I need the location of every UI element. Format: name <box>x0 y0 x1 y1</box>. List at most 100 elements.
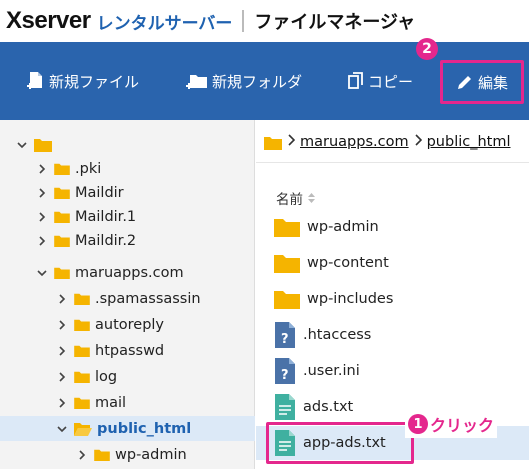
folder-icon <box>74 397 90 409</box>
tree-item[interactable]: Maildir <box>0 180 255 205</box>
chevron-right-icon[interactable] <box>76 449 88 461</box>
tree-item-label: autoreply <box>95 316 165 333</box>
chevron-down-icon[interactable] <box>36 267 48 279</box>
brand-subtitle: レンタルサーバー <box>96 13 233 34</box>
copy-button[interactable]: コピー <box>348 68 413 94</box>
file-row[interactable]: ? .user.ini <box>274 356 524 386</box>
app-header: Xserver レンタルサーバー ファイルマネージャ <box>0 0 529 42</box>
tree-item-label: log <box>95 368 118 385</box>
chevron-right-icon[interactable] <box>56 319 68 331</box>
brand-logo: Xserver <box>6 7 91 34</box>
click-annotation-text: クリック <box>430 416 495 435</box>
folder-icon <box>74 345 90 357</box>
chevron-right-icon[interactable] <box>36 235 48 247</box>
edit-button[interactable]: 編集 <box>440 60 524 104</box>
chevron-right-icon[interactable] <box>56 397 68 409</box>
file-row[interactable]: wp-admin <box>274 212 524 242</box>
breadcrumb-divider <box>256 162 529 163</box>
chevron-right-icon[interactable] <box>36 163 48 175</box>
svg-text:?: ? <box>281 332 289 347</box>
folder-icon <box>74 293 90 305</box>
tree-item-label: maruapps.com <box>75 264 184 281</box>
tree-item[interactable]: wp-admin <box>0 442 255 467</box>
header-divider <box>242 10 245 32</box>
chevron-down-icon[interactable] <box>16 139 28 151</box>
tree-item[interactable]: autoreply <box>0 312 255 337</box>
highlight-box <box>266 422 414 464</box>
chevron-right-icon[interactable] <box>56 371 68 383</box>
page-title: ファイルマネージャ <box>254 12 416 33</box>
folder-icon <box>274 291 300 309</box>
svg-text:?: ? <box>281 368 289 383</box>
folder-icon <box>274 219 300 237</box>
breadcrumb-separator-icon <box>414 134 422 150</box>
file-name: .user.ini <box>303 363 360 379</box>
open-folder-icon <box>74 422 92 436</box>
folder-icon <box>54 187 70 199</box>
tree-item-label: Maildir <box>75 184 124 201</box>
tree-item-label: htpasswd <box>95 342 165 359</box>
folder-icon <box>54 163 70 175</box>
tree-item-label: wp-admin <box>115 446 187 463</box>
folder-icon <box>54 235 70 247</box>
click-annotation: 1 クリック <box>405 410 498 438</box>
tree-item-label: public_html <box>97 420 192 437</box>
name-column-label: 名前 <box>276 192 303 208</box>
file-name: wp-includes <box>307 291 394 307</box>
tree-item-label: .spamassassin <box>95 290 201 307</box>
new-folder-button[interactable]: 新規フォルダ <box>186 68 302 94</box>
tree-item[interactable]: .pki <box>0 156 255 181</box>
tree-item[interactable] <box>0 132 255 157</box>
tree-item[interactable]: maruapps.com <box>0 260 255 285</box>
file-name: ads.txt <box>303 399 354 415</box>
tree-item-selected[interactable]: public_html <box>0 416 255 441</box>
folder-icon <box>74 371 90 383</box>
pencil-icon <box>457 76 471 89</box>
tree-item[interactable]: .spamassassin <box>0 286 255 311</box>
folder-icon <box>34 139 52 152</box>
breadcrumb-item[interactable]: public_html <box>427 134 511 150</box>
chevron-down-icon[interactable] <box>56 423 68 435</box>
breadcrumb-item[interactable]: maruapps.com <box>300 134 409 150</box>
tree-item[interactable]: log <box>0 364 255 389</box>
text-file-icon <box>275 394 295 420</box>
breadcrumb: maruapps.com public_html <box>264 134 511 150</box>
chevron-right-icon[interactable] <box>56 345 68 357</box>
new-file-label: 新規ファイル <box>49 72 140 91</box>
tree-item-label: .pki <box>75 160 102 177</box>
file-row[interactable]: wp-content <box>274 248 524 278</box>
unknown-file-icon: ? <box>275 358 295 384</box>
chevron-right-icon[interactable] <box>56 293 68 305</box>
breadcrumb-separator-icon <box>287 134 296 150</box>
tree-item[interactable]: Maildir.1 <box>0 204 255 229</box>
step-badge-2: 2 <box>416 38 438 60</box>
file-row[interactable]: wp-includes <box>274 284 524 314</box>
new-file-button[interactable]: 新規ファイル <box>27 68 139 94</box>
folder-icon <box>54 267 70 279</box>
tree-item[interactable]: mail <box>0 390 255 415</box>
step-badge-1: 1 <box>408 414 428 434</box>
folder-icon <box>74 319 90 331</box>
tree-item[interactable]: htpasswd <box>0 338 255 363</box>
copy-label: コピー <box>368 72 414 91</box>
folder-icon <box>54 211 70 223</box>
new-folder-label: 新規フォルダ <box>212 72 303 91</box>
file-name: wp-content <box>307 255 389 271</box>
file-row[interactable]: ? .htaccess <box>274 320 524 350</box>
tree-item-label: Maildir.1 <box>75 208 137 225</box>
copy-icon <box>348 72 363 89</box>
chevron-right-icon[interactable] <box>36 187 48 199</box>
sort-icon <box>308 193 315 203</box>
folder-tree: .pki Maildir Maildir.1 Maildir.2 maruapp… <box>0 120 255 469</box>
file-name: wp-admin <box>307 219 379 235</box>
folder-icon <box>94 449 110 461</box>
chevron-right-icon[interactable] <box>36 211 48 223</box>
tree-item[interactable]: Maildir.2 <box>0 228 255 253</box>
toolbar: 新規ファイル 新規フォルダ コピー 編集 <box>0 42 529 120</box>
home-folder-icon[interactable] <box>264 135 282 150</box>
folder-icon <box>274 255 300 273</box>
name-column-header[interactable]: 名前 <box>276 188 316 208</box>
new-file-icon <box>27 72 42 89</box>
file-name: .htaccess <box>303 327 372 343</box>
edit-label: 編集 <box>477 73 508 92</box>
